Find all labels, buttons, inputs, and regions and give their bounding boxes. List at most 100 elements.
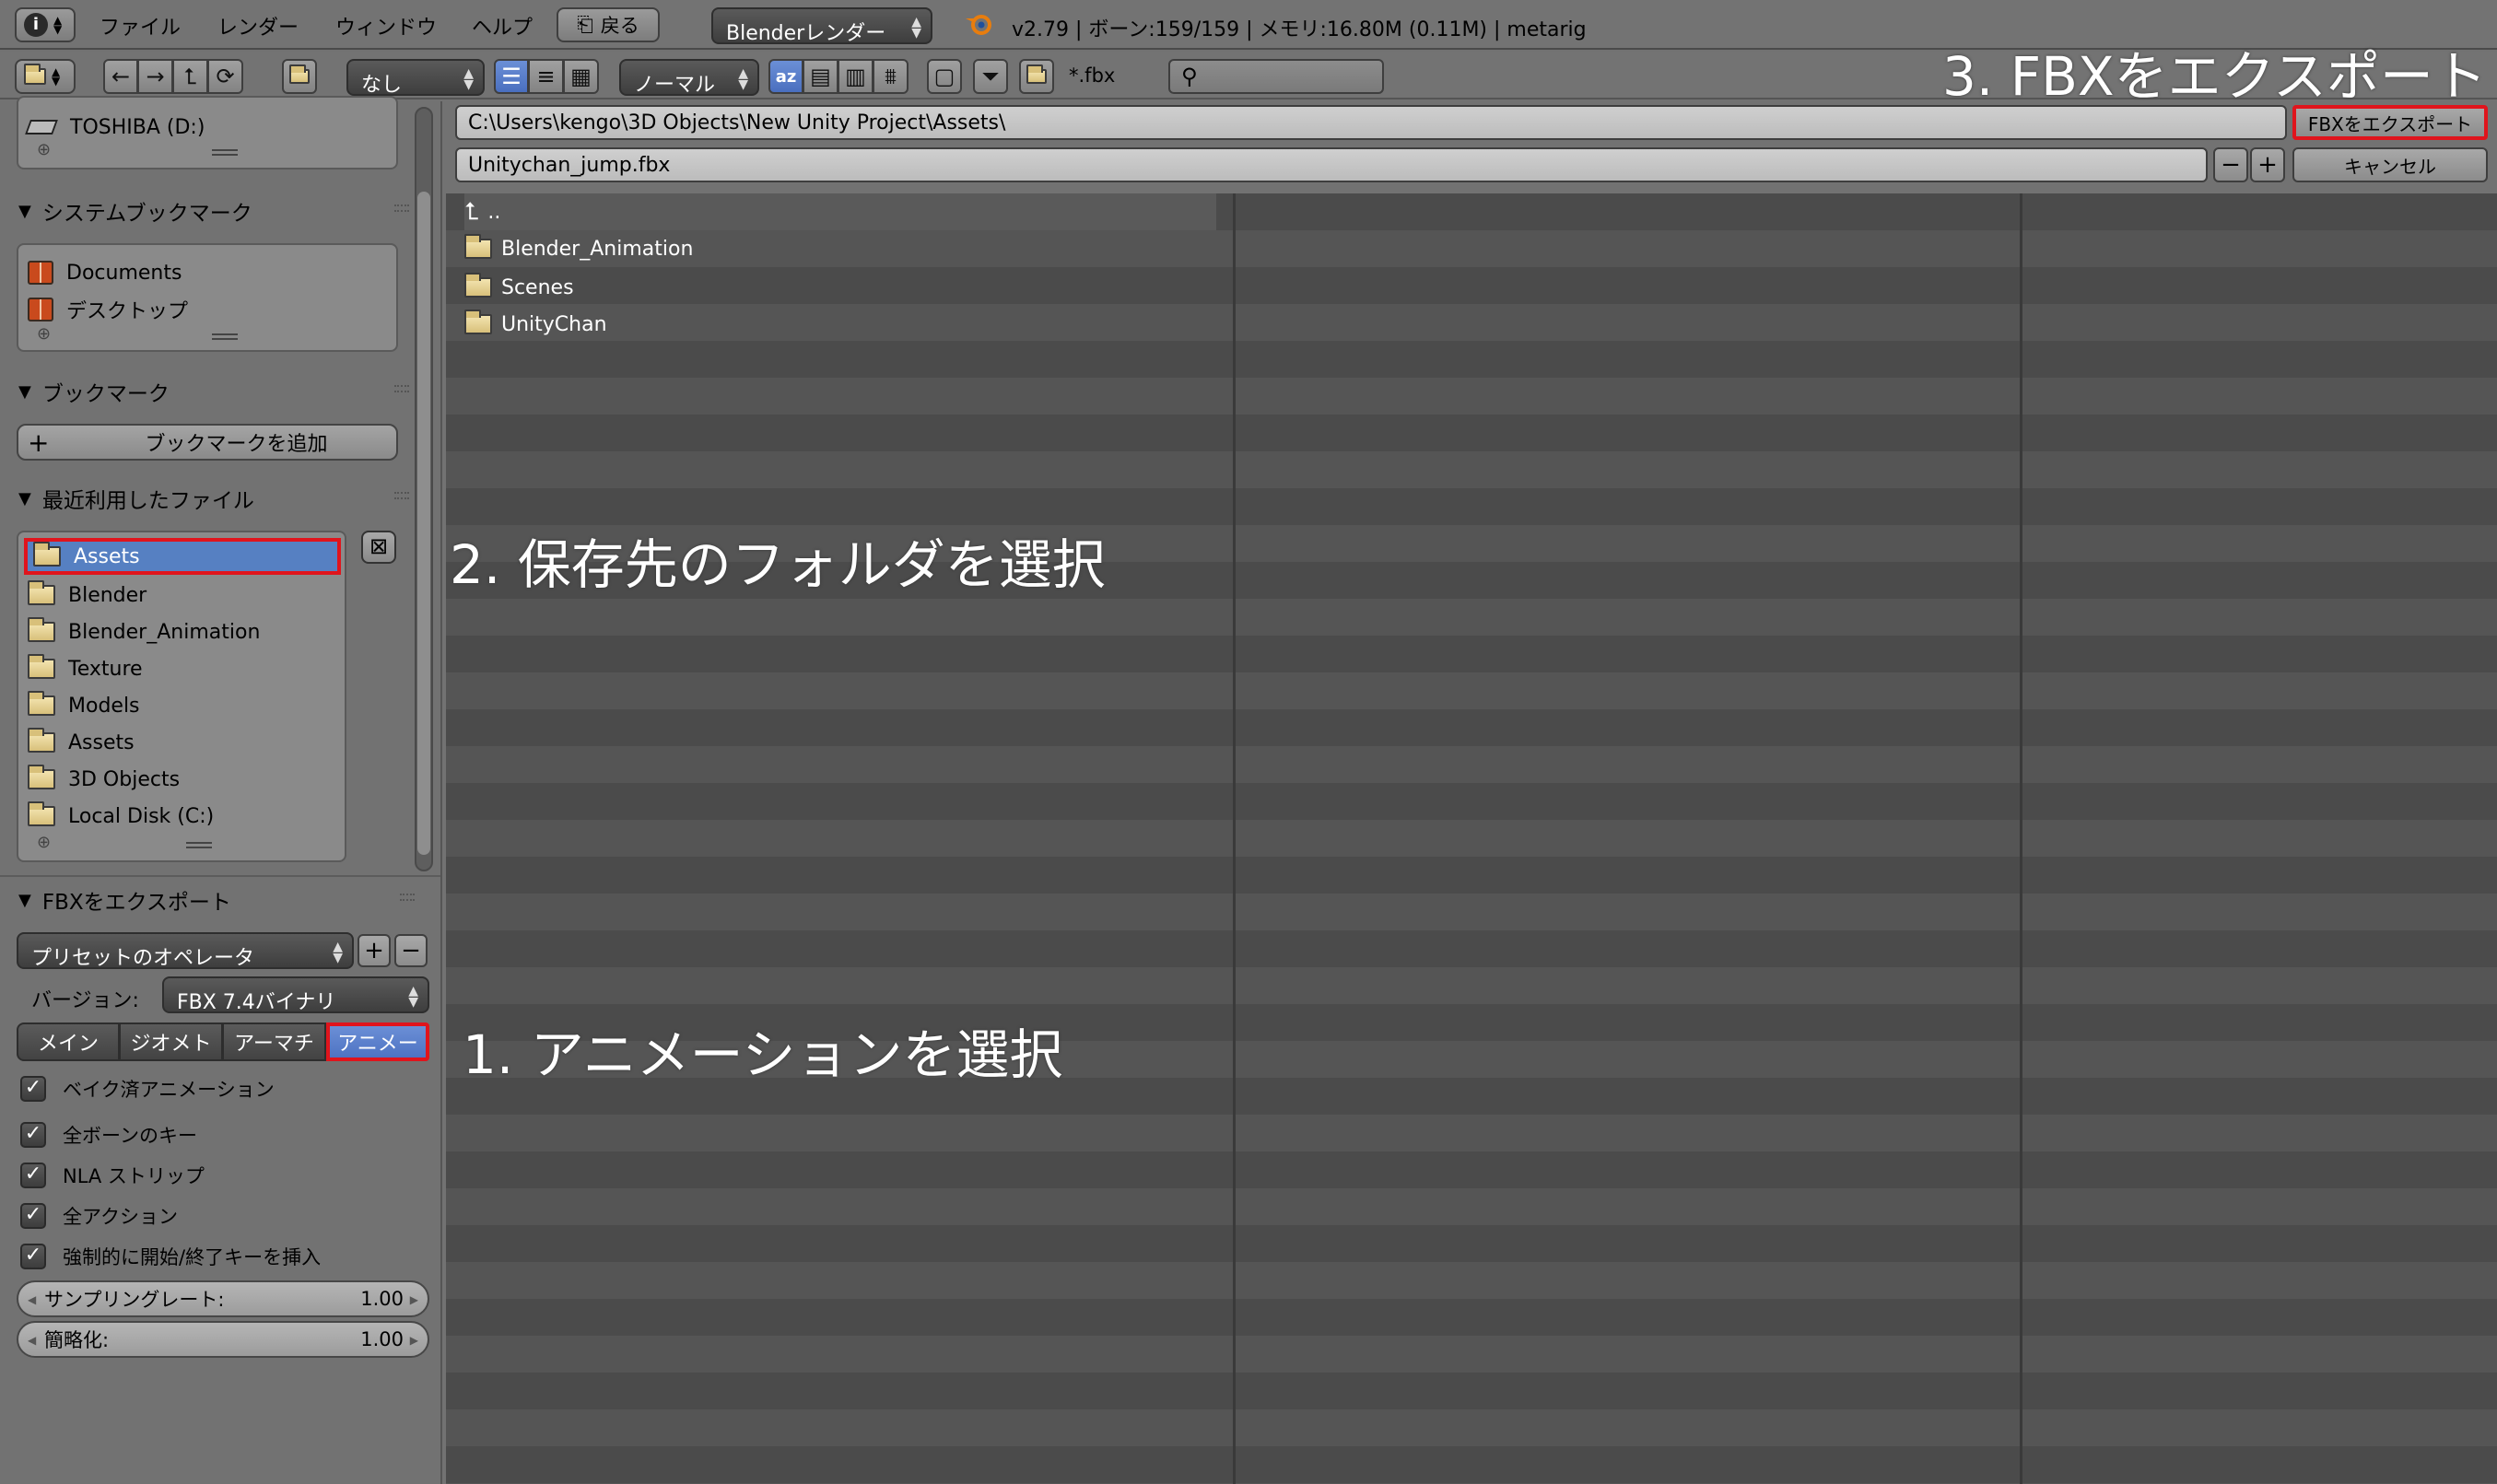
- add-bookmark-label: ブックマークを追加: [145, 433, 328, 456]
- tab-armature[interactable]: アーマチ: [223, 1022, 326, 1061]
- list-item[interactable]: Texture: [28, 652, 143, 685]
- version-dropdown[interactable]: FBX 7.4バイナリ ▲ ▼: [162, 976, 429, 1014]
- checkbox-baked-animation[interactable]: ✓ ベイク済アニメーション: [20, 1070, 275, 1107]
- refresh-icon[interactable]: ⟳: [208, 59, 243, 94]
- panel-grip-icon[interactable]: [400, 894, 415, 901]
- navigation-group: ← → ⮤ ⟳: [103, 59, 243, 94]
- thumbnails-icon[interactable]: ▦: [564, 59, 599, 94]
- remove-preset-button[interactable]: −: [394, 934, 428, 967]
- recursion-dropdown[interactable]: なし ▲ ▼: [346, 59, 485, 97]
- triangle-down-icon: ▼: [18, 890, 31, 910]
- long-list-icon[interactable]: ≡: [529, 59, 564, 94]
- increment-filename-button[interactable]: +: [2250, 147, 2285, 182]
- resize-grip[interactable]: [212, 333, 238, 340]
- folder-icon: [289, 64, 310, 84]
- file-row[interactable]: Scenes: [464, 269, 574, 306]
- display-size-dropdown[interactable]: ノーマル ▲ ▼: [619, 59, 759, 97]
- back-arrow-icon[interactable]: ←: [103, 59, 138, 94]
- sort-time-icon[interactable]: ▥: [838, 59, 873, 94]
- filename-value: Unitychan_jump.fbx: [468, 153, 671, 177]
- short-list-icon[interactable]: ☰: [494, 59, 529, 94]
- checkbox-nla-strips[interactable]: ✓ NLA ストリップ: [20, 1157, 205, 1194]
- list-item-selected[interactable]: Assets: [24, 538, 341, 575]
- resize-grip[interactable]: [186, 842, 212, 848]
- system-bookmarks-header[interactable]: ▼ システムブックマーク: [18, 195, 424, 227]
- bookmarks-header[interactable]: ▼ ブックマーク: [18, 376, 424, 407]
- checkbox-all-actions[interactable]: ✓ 全アクション: [20, 1198, 178, 1234]
- add-icon[interactable]: ⊕: [37, 324, 51, 344]
- sort-group: az ▤ ▥ ⩩: [768, 59, 909, 94]
- menu-window[interactable]: ウィンドウ: [335, 11, 437, 41]
- column-separator: [1233, 193, 1236, 1484]
- checkbox-all-bones-keys[interactable]: ✓ 全ボーンのキー: [20, 1116, 197, 1153]
- cancel-button[interactable]: キャンセル: [2292, 147, 2488, 182]
- sampling-rate-label: サンプリングレート:: [44, 1289, 225, 1311]
- list-item[interactable]: TOSHIBA (D:): [25, 111, 205, 144]
- display-mode-group: ☰ ≡ ▦: [494, 59, 599, 94]
- chevron-updown-icon: ▲ ▼: [53, 14, 63, 36]
- panel-grip-icon[interactable]: [394, 492, 409, 499]
- sort-extension-icon[interactable]: ▤: [803, 59, 838, 94]
- resize-grip[interactable]: [212, 149, 238, 156]
- forward-arrow-icon[interactable]: →: [138, 59, 173, 94]
- list-item[interactable]: Documents: [28, 256, 182, 289]
- menu-file[interactable]: ファイル: [100, 11, 181, 41]
- sidebar-scrollbar[interactable]: [415, 107, 433, 871]
- file-row[interactable]: Blender_Animation: [464, 230, 693, 267]
- add-icon[interactable]: ⊕: [37, 833, 51, 852]
- filename-input[interactable]: Unitychan_jump.fbx: [455, 147, 2208, 182]
- file-name: UnityChan: [501, 312, 607, 336]
- hide-dot-files-icon[interactable]: ▢: [927, 59, 962, 94]
- chevron-right-icon: ▶: [409, 1334, 418, 1347]
- sort-alpha-icon[interactable]: az: [768, 59, 803, 94]
- render-engine-dropdown[interactable]: Blenderレンダー ▲ ▼: [711, 7, 932, 45]
- menu-help[interactable]: ヘルプ: [472, 11, 533, 41]
- decrement-filename-button[interactable]: −: [2213, 147, 2248, 182]
- scrollbar-thumb[interactable]: [417, 192, 430, 855]
- export-settings-title: FBXをエクスポート: [41, 891, 231, 915]
- panel-grip-icon[interactable]: [394, 204, 409, 212]
- add-bookmark-button[interactable]: + ブックマークを追加: [17, 424, 398, 461]
- sampling-rate-field[interactable]: ◀ サンプリングレート: 1.00 ▶: [17, 1280, 429, 1317]
- filter-icon[interactable]: ⏷: [973, 59, 1008, 94]
- folder-icon: [28, 617, 55, 642]
- list-item[interactable]: Assets: [28, 726, 135, 759]
- checkbox-force-start-end-keys[interactable]: ✓ 強制的に開始/終了キーを挿入: [20, 1238, 321, 1275]
- menu-render[interactable]: レンダー: [217, 11, 299, 41]
- list-item[interactable]: Local Disk (C:): [28, 800, 214, 833]
- list-item[interactable]: デスクトップ: [28, 293, 188, 326]
- parent-dir-icon[interactable]: ⮤: [173, 59, 208, 94]
- list-item[interactable]: Blender: [28, 578, 147, 612]
- tab-animation[interactable]: アニメー: [326, 1022, 429, 1061]
- folder-icon: [28, 801, 55, 826]
- file-row[interactable]: UnityChan: [464, 306, 607, 343]
- simplify-label: 簡略化:: [44, 1329, 110, 1351]
- recent-files-header[interactable]: ▼ 最近利用したファイル: [18, 483, 424, 514]
- tab-geometry[interactable]: ジオメト: [120, 1022, 223, 1061]
- list-item[interactable]: 3D Objects: [28, 763, 180, 796]
- recursion-value: なし: [361, 74, 403, 97]
- preset-dropdown[interactable]: プリセットのオペレータ ▲ ▼: [17, 932, 354, 970]
- tab-main[interactable]: メイン: [17, 1022, 120, 1061]
- simplify-field[interactable]: ◀ 簡略化: 1.00 ▶: [17, 1321, 429, 1358]
- filter-folder-icon[interactable]: [1019, 59, 1054, 94]
- parent-dir-row[interactable]: ⮤ ..: [464, 193, 1216, 230]
- editor-type-button[interactable]: i ▲ ▼: [15, 7, 76, 42]
- panel-grip-icon[interactable]: [394, 385, 409, 392]
- folder-icon: [28, 580, 55, 605]
- new-folder-icon[interactable]: [282, 59, 317, 94]
- back-button[interactable]: ⎗ 戻る: [557, 7, 660, 42]
- list-item[interactable]: Models: [28, 689, 140, 722]
- add-preset-button[interactable]: +: [358, 934, 391, 967]
- simplify-value: 1.00: [360, 1328, 404, 1350]
- chevron-updown-icon: ▲ ▼: [911, 15, 921, 41]
- triangle-down-icon: ▼: [18, 201, 31, 221]
- editor-type-file-button[interactable]: ▲ ▼: [15, 59, 76, 94]
- add-icon[interactable]: ⊕: [37, 140, 51, 159]
- search-input[interactable]: ⚲: [1168, 59, 1384, 94]
- clear-recent-button[interactable]: ⊠: [361, 531, 396, 564]
- list-item[interactable]: Blender_Animation: [28, 615, 260, 649]
- sort-size-icon[interactable]: ⩩: [873, 59, 909, 94]
- checkbox-label: 強制的に開始/終了キーを挿入: [63, 1246, 322, 1268]
- export-settings-header[interactable]: ▼ FBXをエクスポート: [18, 884, 429, 916]
